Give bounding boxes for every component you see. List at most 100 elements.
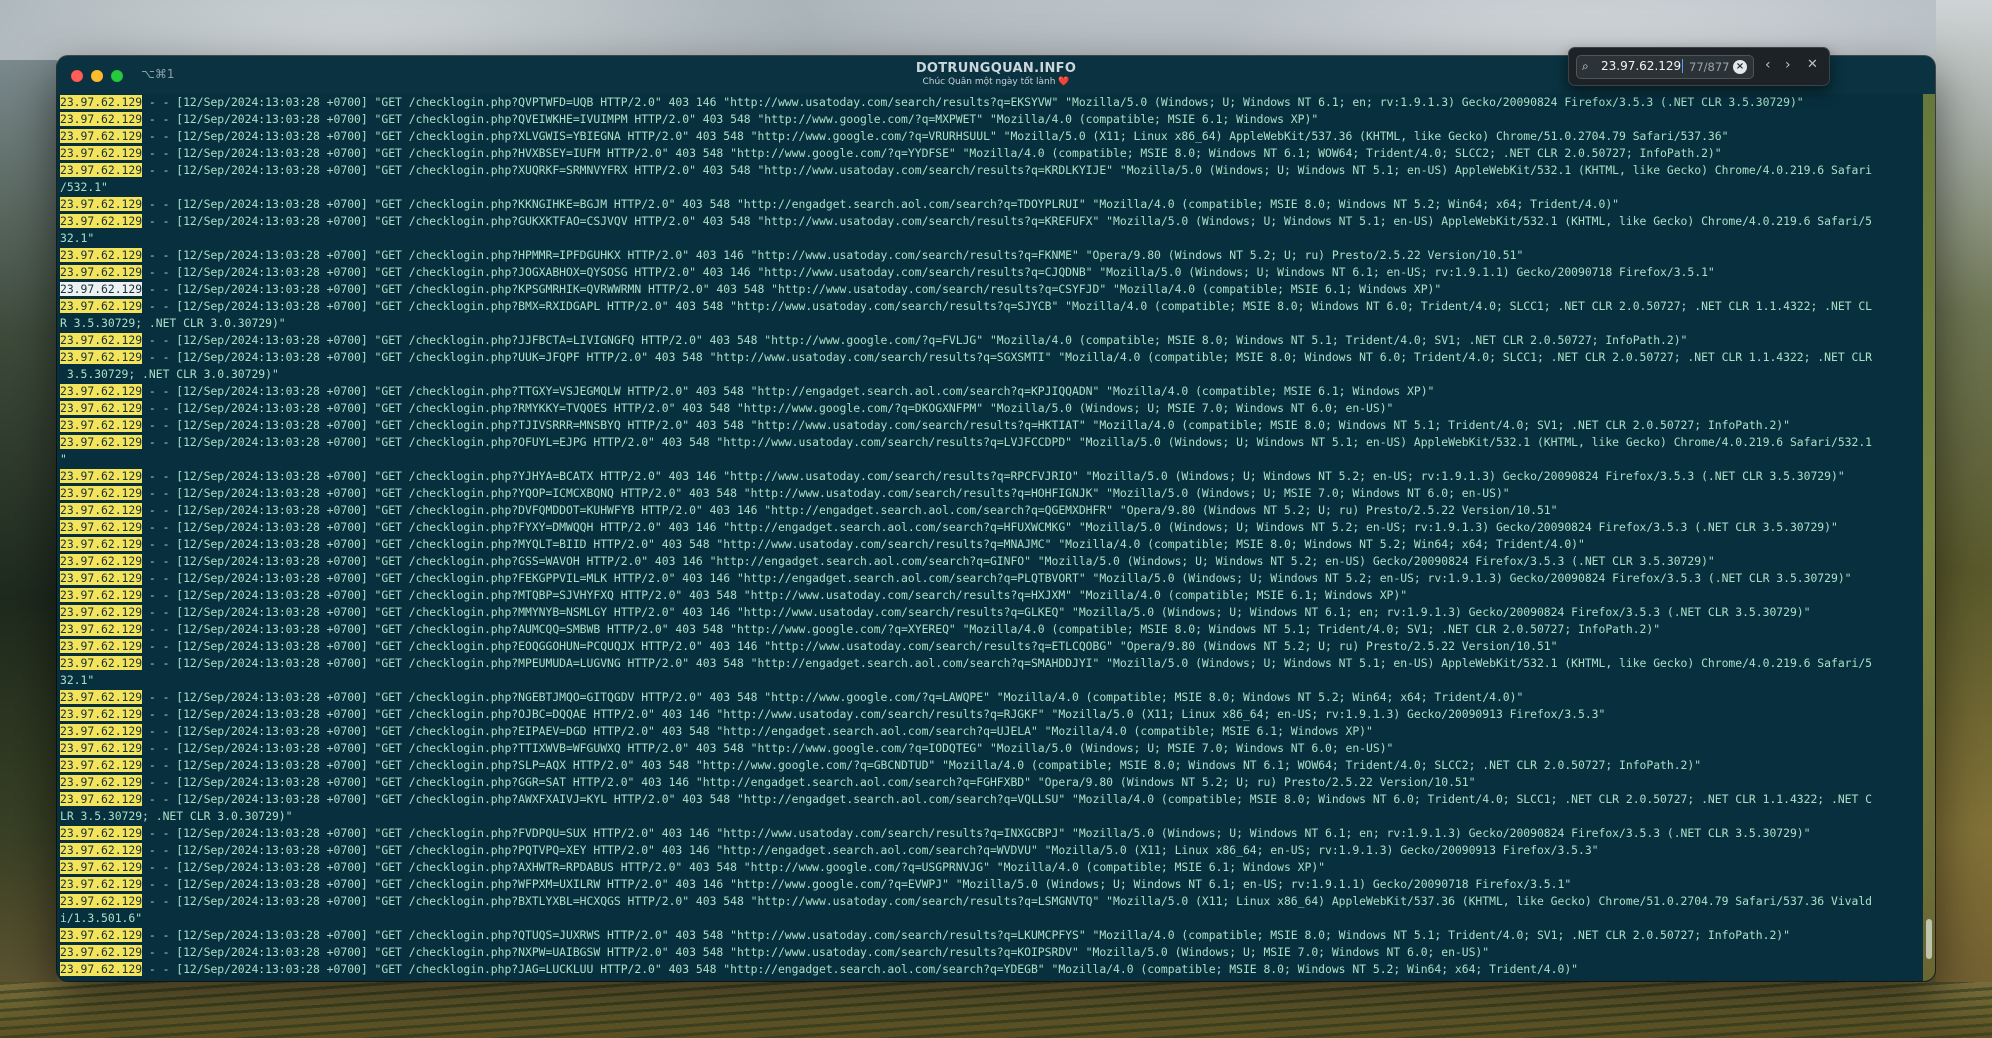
log-text: - - [12/Sep/2024:13:03:28 +0700] "GET /c…: [142, 741, 1394, 755]
log-text: - - [12/Sep/2024:13:03:28 +0700] "GET /c…: [142, 707, 1606, 721]
current-search-match: 23.97.62.129: [60, 282, 143, 296]
search-match-highlight: 23.97.62.129: [60, 435, 143, 449]
log-text: - - [12/Sep/2024:13:03:28 +0700] "GET /c…: [142, 554, 1715, 568]
log-line: 23.97.62.129 - - [12/Sep/2024:13:03:28 +…: [60, 706, 1918, 723]
log-line: 23.97.62.129 - - [12/Sep/2024:13:03:28 +…: [60, 128, 1918, 145]
log-line: 23.97.62.129 - - [12/Sep/2024:13:03:28 +…: [60, 893, 1918, 910]
search-match-highlight: 23.97.62.129: [60, 775, 143, 789]
log-line: 23.97.62.129 - - [12/Sep/2024:13:03:28 +…: [60, 162, 1918, 179]
terminal-window: ⌥⌘1 DOTRUNGQUAN.INFO Chúc Quân một ngày …: [57, 56, 1935, 981]
search-match-highlight: 23.97.62.129: [60, 758, 143, 772]
log-line: /532.1": [60, 179, 1918, 196]
wallpaper-left: [0, 60, 57, 1038]
log-text: - - [12/Sep/2024:13:03:28 +0700] "GET /c…: [142, 792, 1873, 806]
log-text: i/1.3.501.6": [60, 911, 143, 925]
log-line: 23.97.62.129 - - [12/Sep/2024:13:03:28 +…: [60, 247, 1918, 264]
log-text: - - [12/Sep/2024:13:03:28 +0700] "GET /c…: [142, 758, 1702, 772]
log-line: 23.97.62.129 - - [12/Sep/2024:13:03:28 +…: [60, 621, 1918, 638]
log-text: 32.1": [60, 231, 95, 245]
log-text: - - [12/Sep/2024:13:03:28 +0700] "GET /c…: [142, 605, 1811, 619]
search-match-highlight: 23.97.62.129: [60, 945, 143, 959]
log-line: 23.97.62.129 - - [12/Sep/2024:13:03:28 +…: [60, 519, 1918, 536]
log-text: - - [12/Sep/2024:13:03:28 +0700] "GET /c…: [142, 520, 1838, 534]
chevron-right-icon[interactable]: ›: [1785, 57, 1791, 73]
search-match-highlight: 23.97.62.129: [60, 928, 143, 942]
search-match-highlight: 23.97.62.129: [60, 469, 143, 483]
find-query[interactable]: 23.97.62.129: [1601, 59, 1684, 73]
log-text: - - [12/Sep/2024:13:03:28 +0700] "GET /c…: [142, 945, 1490, 959]
log-line: 23.97.62.129 - - [12/Sep/2024:13:03:28 +…: [60, 740, 1918, 757]
log-line: 32.1": [60, 672, 1918, 689]
log-text: - - [12/Sep/2024:13:03:28 +0700] "GET /c…: [142, 877, 1572, 891]
search-match-highlight: 23.97.62.129: [60, 656, 143, 670]
log-text: - - [12/Sep/2024:13:03:28 +0700] "GET /c…: [142, 571, 1852, 585]
log-line: 23.97.62.129 - - [12/Sep/2024:13:03:28 +…: [60, 842, 1918, 859]
log-text: 3.5.30729; .NET CLR 3.0.30729)": [60, 367, 279, 381]
search-match-highlight: 23.97.62.129: [60, 384, 143, 398]
log-text: - - [12/Sep/2024:13:03:28 +0700] "GET /c…: [142, 690, 1524, 704]
log-text: - - [12/Sep/2024:13:03:28 +0700] "GET /c…: [142, 333, 1688, 347]
log-line: 23.97.62.129 - - [12/Sep/2024:13:03:28 +…: [60, 264, 1918, 281]
log-text: - - [12/Sep/2024:13:03:28 +0700] "GET /c…: [142, 962, 1578, 976]
scrollbar-thumb[interactable]: [1926, 919, 1932, 959]
search-match-highlight: 23.97.62.129: [60, 248, 143, 262]
log-line: 23.97.62.129 - - [12/Sep/2024:13:03:28 +…: [60, 468, 1918, 485]
log-text: /532.1": [60, 180, 108, 194]
scrollbar[interactable]: [1923, 94, 1935, 981]
search-match-highlight: 23.97.62.129: [60, 163, 143, 177]
find-input[interactable]: ⌕ 23.97.62.129 77/877 ×: [1576, 55, 1754, 79]
log-text: - - [12/Sep/2024:13:03:28 +0700] "GET /c…: [142, 860, 1325, 874]
search-match-highlight: 23.97.62.129: [60, 214, 143, 228]
search-match-highlight: 23.97.62.129: [60, 350, 143, 364]
log-text: - - [12/Sep/2024:13:03:28 +0700] "GET /c…: [142, 469, 1845, 483]
search-match-highlight: 23.97.62.129: [60, 554, 143, 568]
search-match-highlight: 23.97.62.129: [60, 843, 143, 857]
log-line: 23.97.62.129 - - [12/Sep/2024:13:03:28 +…: [60, 604, 1918, 621]
log-text: - - [12/Sep/2024:13:03:28 +0700] "GET /c…: [142, 282, 1442, 296]
log-line: 23.97.62.129 - - [12/Sep/2024:13:03:28 +…: [60, 485, 1918, 502]
log-line: 23.97.62.129 - - [12/Sep/2024:13:03:28 +…: [60, 655, 1918, 672]
search-match-highlight: 23.97.62.129: [60, 690, 143, 704]
log-text: - - [12/Sep/2024:13:03:28 +0700] "GET /c…: [142, 537, 1585, 551]
log-line: 23.97.62.129 - - [12/Sep/2024:13:03:28 +…: [60, 638, 1918, 655]
search-match-highlight: 23.97.62.129: [60, 265, 143, 279]
search-icon[interactable]: ⌕: [1582, 59, 1589, 74]
search-match-highlight: 23.97.62.129: [60, 112, 143, 126]
wallpaper-right: [1936, 0, 1992, 1038]
log-text: - - [12/Sep/2024:13:03:28 +0700] "GET /c…: [142, 146, 1722, 160]
log-text: - - [12/Sep/2024:13:03:28 +0700] "GET /c…: [142, 384, 1435, 398]
search-match-highlight: 23.97.62.129: [60, 792, 143, 806]
log-line: 23.97.62.129 - - [12/Sep/2024:13:03:28 +…: [60, 298, 1918, 315]
log-line: 23.97.62.129 - - [12/Sep/2024:13:03:28 +…: [60, 400, 1918, 417]
search-match-highlight: 23.97.62.129: [60, 962, 143, 976]
search-match-highlight: 23.97.62.129: [60, 877, 143, 891]
log-text: - - [12/Sep/2024:13:03:28 +0700] "GET /c…: [142, 894, 1873, 908]
find-bar: ⌕ 23.97.62.129 77/877 × ‹ › ✕: [1568, 47, 1830, 86]
log-text: 32.1": [60, 673, 95, 687]
clear-search-icon[interactable]: ×: [1733, 60, 1747, 74]
search-match-highlight: 23.97.62.129: [60, 129, 143, 143]
log-text: - - [12/Sep/2024:13:03:28 +0700] "GET /c…: [142, 214, 1873, 228]
terminal-output[interactable]: 23.97.62.129 - - [12/Sep/2024:13:03:28 +…: [60, 94, 1918, 981]
log-text: - - [12/Sep/2024:13:03:28 +0700] "GET /c…: [142, 197, 1620, 211]
log-text: - - [12/Sep/2024:13:03:28 +0700] "GET /c…: [142, 129, 1729, 143]
chevron-left-icon[interactable]: ‹: [1765, 57, 1771, 73]
search-match-highlight: 23.97.62.129: [60, 95, 143, 109]
log-text: - - [12/Sep/2024:13:03:28 +0700] "GET /c…: [142, 928, 1790, 942]
log-text: - - [12/Sep/2024:13:03:28 +0700] "GET /c…: [142, 826, 1811, 840]
log-line: 23.97.62.129 - - [12/Sep/2024:13:03:28 +…: [60, 94, 1918, 111]
log-line: 23.97.62.129 - - [12/Sep/2024:13:03:28 +…: [60, 791, 1918, 808]
search-match-highlight: 23.97.62.129: [60, 605, 143, 619]
log-line: 23.97.62.129 - - [12/Sep/2024:13:03:28 +…: [60, 774, 1918, 791]
log-line: 32.1": [60, 230, 1918, 247]
close-icon[interactable]: ✕: [1807, 57, 1818, 73]
search-match-highlight: 23.97.62.129: [60, 724, 143, 738]
log-line: 23.97.62.129 - - [12/Sep/2024:13:03:28 +…: [60, 536, 1918, 553]
log-line: 23.97.62.129 - - [12/Sep/2024:13:03:28 +…: [60, 417, 1918, 434]
log-line: 23.97.62.129 - - [12/Sep/2024:13:03:28 +…: [60, 944, 1918, 961]
search-match-highlight: 23.97.62.129: [60, 571, 143, 585]
log-text: - - [12/Sep/2024:13:03:28 +0700] "GET /c…: [142, 843, 1599, 857]
log-line: 23.97.62.129 - - [12/Sep/2024:13:03:28 +…: [60, 502, 1918, 519]
log-line: 23.97.62.129 - - [12/Sep/2024:13:03:28 +…: [60, 281, 1918, 298]
search-match-highlight: 23.97.62.129: [60, 860, 143, 874]
